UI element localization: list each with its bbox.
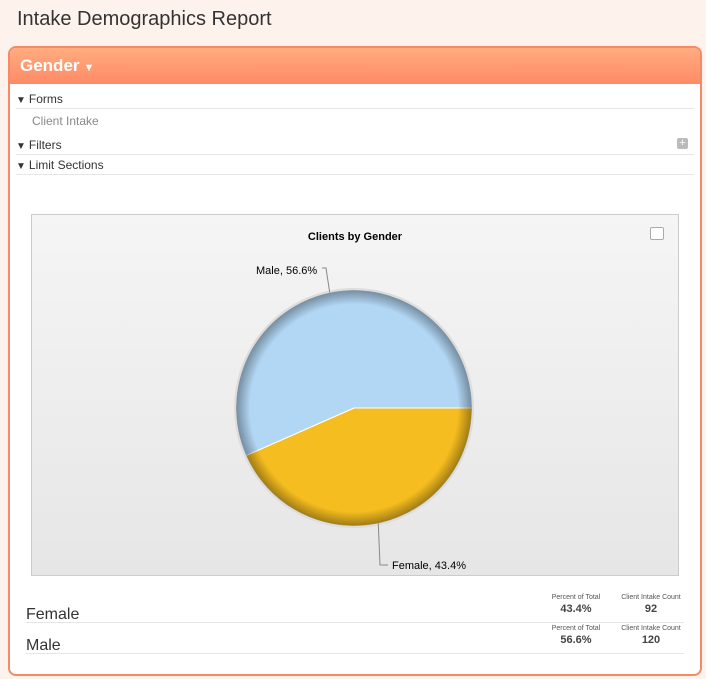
panel-header[interactable]: Gender ▼ xyxy=(10,48,700,84)
section-forms[interactable]: ▼ Forms xyxy=(16,92,694,109)
table-row: Male Percent of Total 56.6% Client Intake… xyxy=(26,625,684,654)
pie-shading xyxy=(236,290,472,526)
percent-value: 43.4% xyxy=(560,603,592,615)
col-header: Percent of Total xyxy=(551,625,601,632)
label-female: Female, 43.4% xyxy=(392,560,466,572)
page-title: Intake Demographics Report xyxy=(17,8,272,30)
gender-panel: Gender ▼ ▼ Forms Client Intake ▼ Filters + ▼… xyxy=(8,46,702,676)
section-label: Filters xyxy=(28,138,62,152)
triangle-down-icon: ▼ xyxy=(16,95,26,106)
triangle-down-icon: ▼ xyxy=(16,161,26,172)
add-filter-icon[interactable]: + xyxy=(677,138,688,149)
triangle-down-icon: ▼ xyxy=(16,141,26,152)
section-label: Forms xyxy=(28,92,63,106)
col-header: Percent of Total xyxy=(551,594,601,601)
col-header: Client Intake Count xyxy=(621,594,681,601)
row-name: Male xyxy=(26,637,61,654)
row-name: Female xyxy=(26,606,80,623)
count-value: 120 xyxy=(641,634,661,646)
percent-value: 56.6% xyxy=(560,634,592,646)
table-row: Female Percent of Total 43.4% Client Inta… xyxy=(26,594,684,623)
connector-female xyxy=(377,523,388,566)
pie-chart: Clients by Gender Male, 56.6% Female, 43… xyxy=(31,214,679,576)
section-filters[interactable]: ▼ Filters + xyxy=(16,138,694,155)
section-limit-sections[interactable]: ▼ Limit Sections xyxy=(16,158,694,175)
col-header: Client Intake Count xyxy=(621,625,681,632)
panel-title: Gender xyxy=(20,56,80,75)
form-item[interactable]: Client Intake xyxy=(32,114,99,128)
count-value: 92 xyxy=(644,603,658,615)
pie-svg xyxy=(234,267,474,566)
connector-male xyxy=(322,267,331,293)
label-male: Male, 56.6% xyxy=(256,265,318,277)
caret-down-icon[interactable]: ▼ xyxy=(84,62,95,74)
section-label: Limit Sections xyxy=(28,158,104,172)
